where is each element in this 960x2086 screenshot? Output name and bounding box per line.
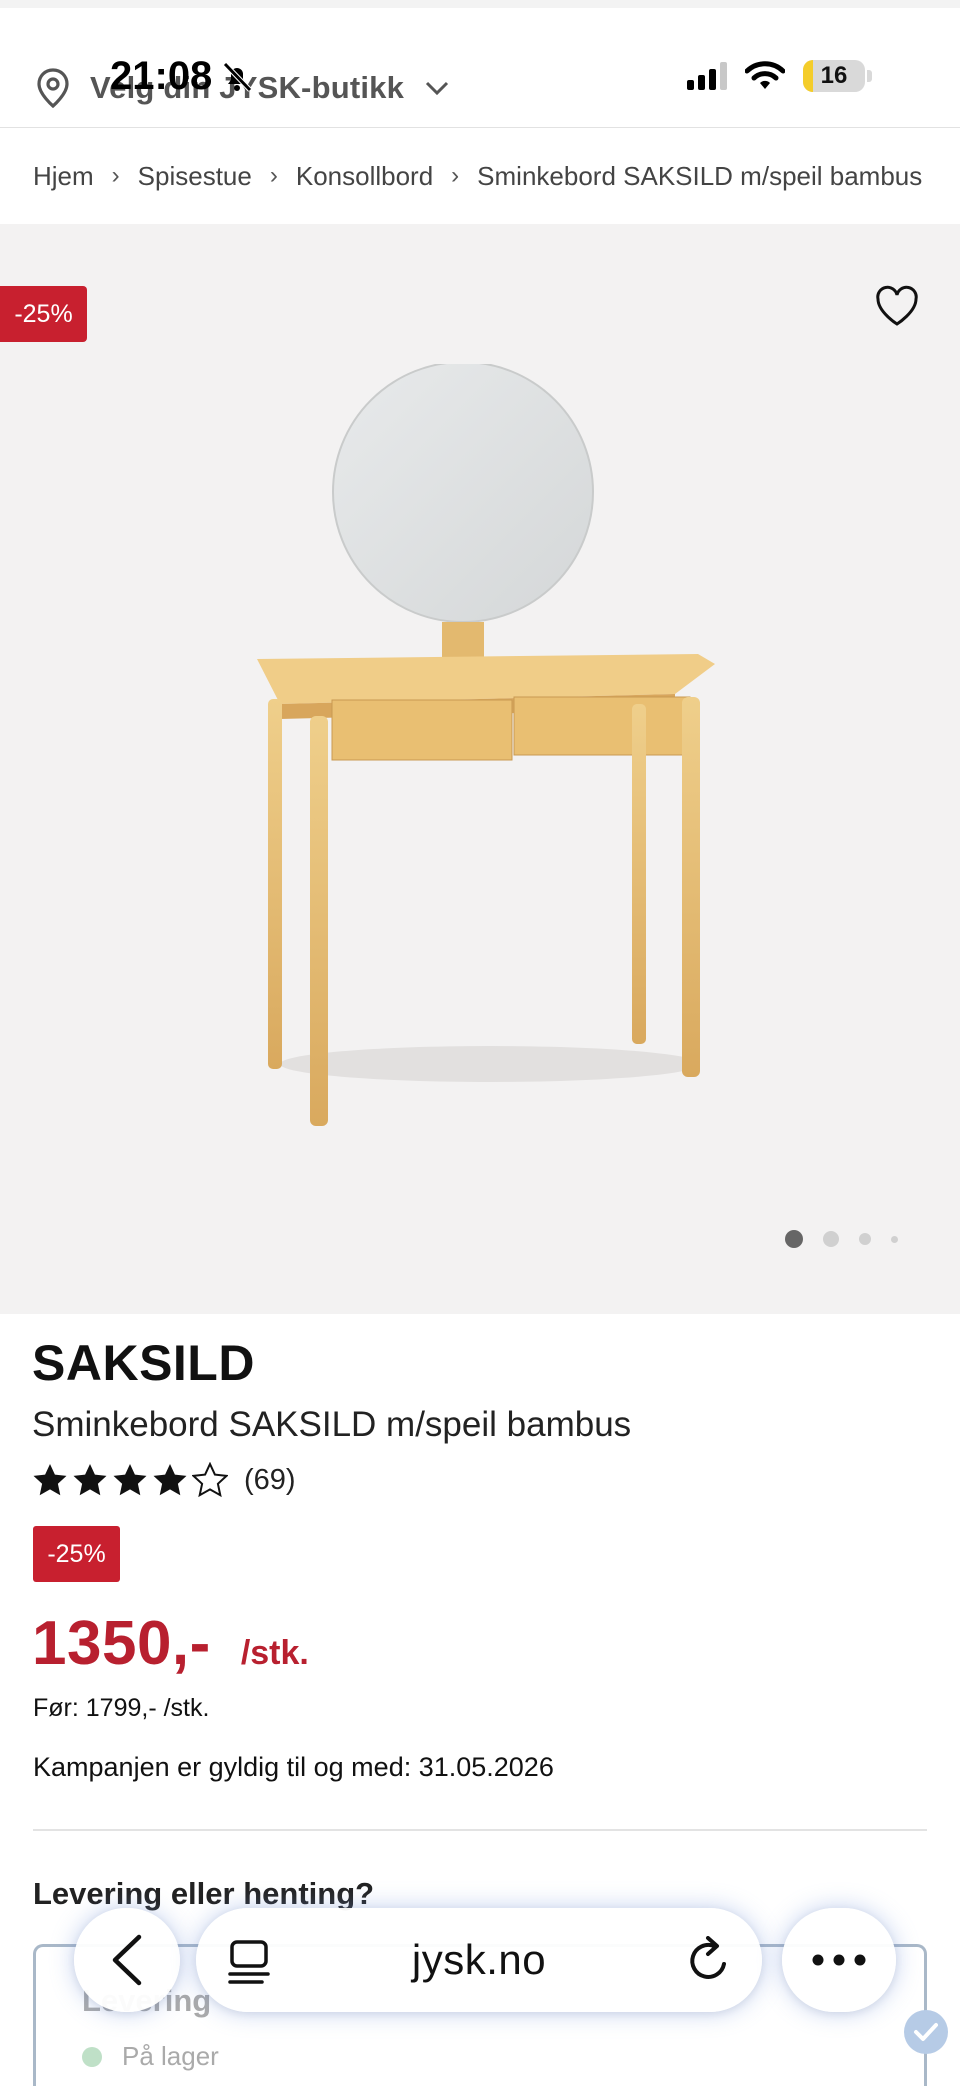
star-icon (33, 1464, 67, 1496)
stock-dot-icon (82, 2046, 102, 2067)
more-button[interactable] (782, 1908, 896, 2012)
more-icon (812, 1954, 866, 1966)
discount-badge: -25% (33, 1526, 120, 1582)
check-icon (904, 2010, 948, 2054)
star-icon (153, 1464, 187, 1496)
chevron-down-icon (426, 81, 449, 96)
review-count[interactable]: (69) (244, 1464, 296, 1497)
back-icon (112, 1934, 142, 1986)
chevron-right-icon: › (111, 162, 120, 189)
gallery-pagination[interactable] (785, 1230, 898, 1248)
url-text: jysk.no (411, 1936, 547, 1983)
pagination-dot[interactable] (785, 1230, 803, 1248)
price-row: 1350,- /stk. (32, 1608, 309, 1679)
breadcrumb-konsollbord[interactable]: Konsollbord (296, 161, 433, 192)
signal-icon (687, 62, 727, 90)
product-name: Sminkebord SAKSILD m/speil bambus (32, 1405, 632, 1444)
address-bar[interactable]: jysk.no (196, 1908, 762, 2012)
chevron-right-icon: › (269, 162, 278, 189)
status-indicators: 16 (687, 60, 872, 92)
price-unit: /stk. (240, 1634, 309, 1672)
reload-icon[interactable] (686, 1936, 732, 1986)
breadcrumb-home[interactable]: Hjem (33, 161, 94, 192)
campaign-validity: Kampanjen er gyldig til og med: 31.05.20… (33, 1752, 554, 1782)
star-icon (73, 1464, 107, 1496)
battery-icon: 16 (803, 60, 865, 92)
divider (33, 1829, 927, 1831)
breadcrumb: Hjem › Spisestue › Konsollbord › Sminkeb… (33, 156, 933, 196)
product-gallery[interactable]: -25% (0, 224, 960, 1314)
heart-icon[interactable] (874, 284, 920, 330)
before-price: Før: 1799,- /stk. (33, 1694, 210, 1722)
star-icon (113, 1464, 147, 1496)
battery-percent: 16 (820, 62, 848, 89)
breadcrumb-spisestue[interactable]: Spisestue (138, 161, 252, 192)
stock-status-label: På lager (122, 2041, 219, 2071)
chevron-right-icon: › (451, 162, 460, 189)
header: Velg din JYSK-butikk 21:08 16 (0, 8, 960, 128)
pagination-dot[interactable] (891, 1235, 898, 1243)
bell-slash-icon (223, 61, 253, 92)
wifi-icon (745, 61, 785, 89)
star-icon (192, 1462, 228, 1498)
delivery-heading: Levering eller henting? (33, 1876, 375, 1911)
product-image (257, 364, 715, 1126)
product-brand: SAKSILD (32, 1335, 255, 1391)
status-time: 21:08 (110, 54, 254, 99)
stock-status: På lager (82, 2041, 219, 2072)
location-pin-icon (37, 68, 69, 108)
back-button[interactable] (74, 1908, 180, 2012)
pagination-dot[interactable] (859, 1233, 871, 1245)
gallery-discount-tag: -25% (0, 286, 87, 342)
clock: 21:08 (110, 54, 213, 98)
breadcrumb-current: Sminkebord SAKSILD m/speil bambus (477, 160, 923, 191)
top-strip (0, 0, 960, 8)
pagination-dot[interactable] (823, 1231, 839, 1247)
tabs-icon[interactable] (226, 1938, 272, 1986)
product-rating[interactable]: (69) (32, 1462, 296, 1498)
product-price: 1350,- (32, 1609, 211, 1678)
